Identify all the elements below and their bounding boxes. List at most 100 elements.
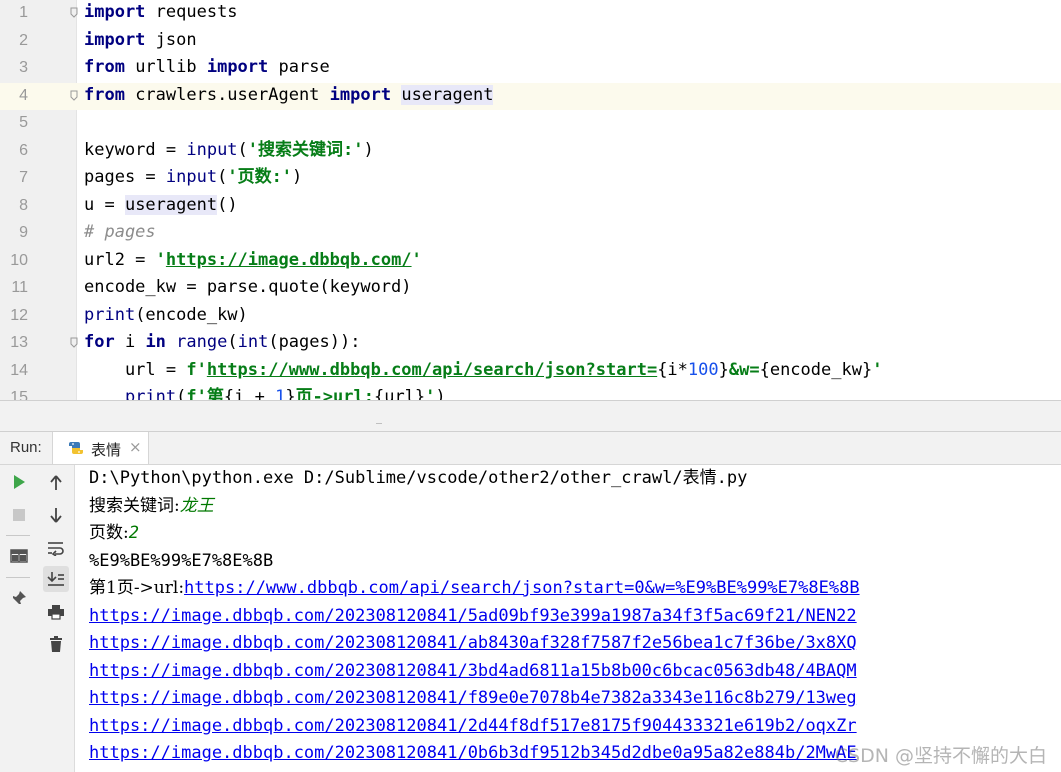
run-tool-window-header: Run: 表情 × [0, 432, 1061, 465]
code-token: } [285, 387, 296, 400]
image-link[interactable]: https://image.dbbqb.com/202308120841/ab8… [89, 630, 857, 658]
code-token: from [84, 84, 125, 105]
code-token: pages = [84, 167, 166, 187]
code-line[interactable]: 13 for i in range(int(pages)): [0, 330, 1061, 358]
code-text[interactable]: print(encode_kw) [84, 303, 248, 331]
code-token: print [84, 304, 136, 325]
code-token: {i + [223, 387, 276, 400]
run-toolbar-secondary [38, 465, 75, 772]
code-line[interactable]: 15 print(f'第{i + 1}页->url:{url}') [0, 385, 1061, 400]
code-text[interactable]: print(f'第{i + 1}页->url:{url}') [84, 385, 446, 400]
code-line[interactable]: 2 import json [0, 28, 1061, 56]
run-label: Run: [10, 439, 42, 456]
line-number: 7 [19, 169, 28, 186]
code-line[interactable]: 6 keyword = input('搜索关键词:') [0, 138, 1061, 166]
page-url-link[interactable]: https://www.dbbqb.com/api/search/json?st… [184, 578, 860, 598]
run-tab[interactable]: 表情 × [52, 432, 149, 464]
toolbar-separator [6, 577, 30, 578]
code-text[interactable]: from urllib import parse [84, 55, 330, 83]
code-token: # pages [84, 222, 156, 242]
code-token: https://image.dbbqb.com/ [165, 249, 412, 270]
code-line[interactable]: 7 pages = input('页数:') [0, 165, 1061, 193]
close-icon[interactable]: × [129, 438, 142, 456]
code-line[interactable]: 4 from crawlers.userAgent import useragen… [0, 82, 1061, 111]
line-number: 13 [10, 334, 28, 351]
code-token: https://www.dbbqb.com/api/search/json?st… [206, 359, 658, 380]
code-line[interactable]: 3 from urllib import parse [0, 55, 1061, 83]
prompt-label: 搜索关键词: [89, 495, 180, 516]
code-text[interactable]: pages = input('页数:') [84, 165, 302, 193]
run-icon[interactable] [6, 469, 32, 495]
code-token: ( [227, 332, 238, 352]
code-line[interactable]: 8 u = useragent() [0, 193, 1061, 221]
fold-icon[interactable] [70, 7, 78, 18]
code-token: f'第 [186, 387, 224, 400]
console-command-line: D:\Python\python.exe D:/Sublime/vscode/o… [89, 468, 748, 488]
print-icon[interactable] [43, 599, 69, 625]
panel-splitter[interactable] [0, 400, 1061, 432]
code-editor[interactable]: 1 import requests 2 import json 3 from urllib… [0, 0, 1061, 400]
code-line[interactable]: 5 [0, 110, 1061, 138]
code-token: input [186, 139, 238, 160]
image-link[interactable]: https://image.dbbqb.com/202308120841/0b6… [89, 740, 857, 768]
soft-wrap-icon[interactable] [43, 535, 69, 561]
image-link[interactable]: https://image.dbbqb.com/202308120841/2d4… [89, 713, 857, 741]
code-token: useragent [401, 84, 494, 105]
code-token: f' [186, 359, 207, 380]
image-link[interactable]: https://image.dbbqb.com/202308120841/f89… [89, 685, 857, 713]
code-text[interactable]: import requests [84, 0, 238, 28]
stop-icon[interactable] [6, 502, 32, 528]
code-token: i [114, 332, 146, 352]
trash-icon[interactable] [43, 631, 69, 657]
code-line[interactable]: 10 url2 = 'https://image.dbbqb.com/' [0, 248, 1061, 276]
code-text[interactable]: u = useragent() [84, 193, 238, 221]
console-prompt-keyword: 搜索关键词:龙王 [89, 493, 214, 521]
console-output[interactable]: D:\Python\python.exe D:/Sublime/vscode/o… [75, 465, 1061, 772]
code-line[interactable]: 14 url = f'https://www.dbbqb.com/api/sea… [0, 358, 1061, 386]
code-token: ) [363, 139, 374, 160]
up-arrow-icon[interactable] [43, 470, 69, 496]
image-link[interactable]: https://image.dbbqb.com/202308120841/3bd… [89, 658, 857, 686]
code-text[interactable]: url2 = 'https://image.dbbqb.com/' [84, 248, 422, 276]
code-token: {i* [657, 359, 688, 380]
code-token: input [165, 167, 218, 187]
code-token: int [237, 332, 269, 352]
code-token: () [217, 194, 238, 215]
code-token: (pages)): [268, 332, 361, 352]
down-arrow-icon[interactable] [43, 502, 69, 528]
code-text[interactable]: for i in range(int(pages)): [84, 330, 360, 358]
code-token: url = [84, 359, 187, 380]
code-text[interactable]: keyword = input('搜索关键词:') [84, 138, 374, 166]
code-line[interactable]: 9 # pages [0, 220, 1061, 248]
fold-icon[interactable] [70, 337, 78, 348]
line-number: 4 [19, 86, 28, 104]
scroll-to-end-icon[interactable] [43, 566, 69, 592]
code-token: json [145, 29, 197, 50]
code-token: &w= [728, 359, 760, 380]
code-text[interactable]: # pages [84, 220, 156, 248]
fold-icon[interactable] [70, 90, 78, 101]
splitter-handle[interactable] [376, 423, 382, 427]
line-number: 3 [19, 59, 28, 76]
image-link[interactable]: https://image.dbbqb.com/202308120841/5ad… [89, 603, 857, 631]
code-token: ) [435, 387, 446, 400]
code-text[interactable]: import json [84, 28, 197, 56]
code-text[interactable]: encode_kw = parse.quote(keyword) [84, 275, 412, 303]
code-text[interactable]: url = f'https://www.dbbqb.com/api/search… [84, 358, 883, 386]
line-number: 10 [10, 251, 28, 269]
code-text[interactable]: from crawlers.userAgent import useragent [84, 83, 494, 111]
code-token: encode_kw = parse.quote(keyword) [84, 277, 412, 297]
code-token: ' [155, 249, 166, 270]
code-token: from [84, 57, 125, 77]
pin-icon[interactable] [6, 585, 32, 611]
code-token: urllib [124, 57, 207, 77]
code-token: in [145, 332, 166, 352]
code-token: useragent [124, 194, 218, 215]
code-line[interactable]: 12 print(encode_kw) [0, 303, 1061, 331]
code-line[interactable]: 1 import requests [0, 0, 1061, 28]
layout-icon[interactable] [6, 543, 32, 569]
code-token: print [124, 387, 177, 400]
code-line[interactable]: 11 encode_kw = parse.quote(keyword) [0, 275, 1061, 303]
